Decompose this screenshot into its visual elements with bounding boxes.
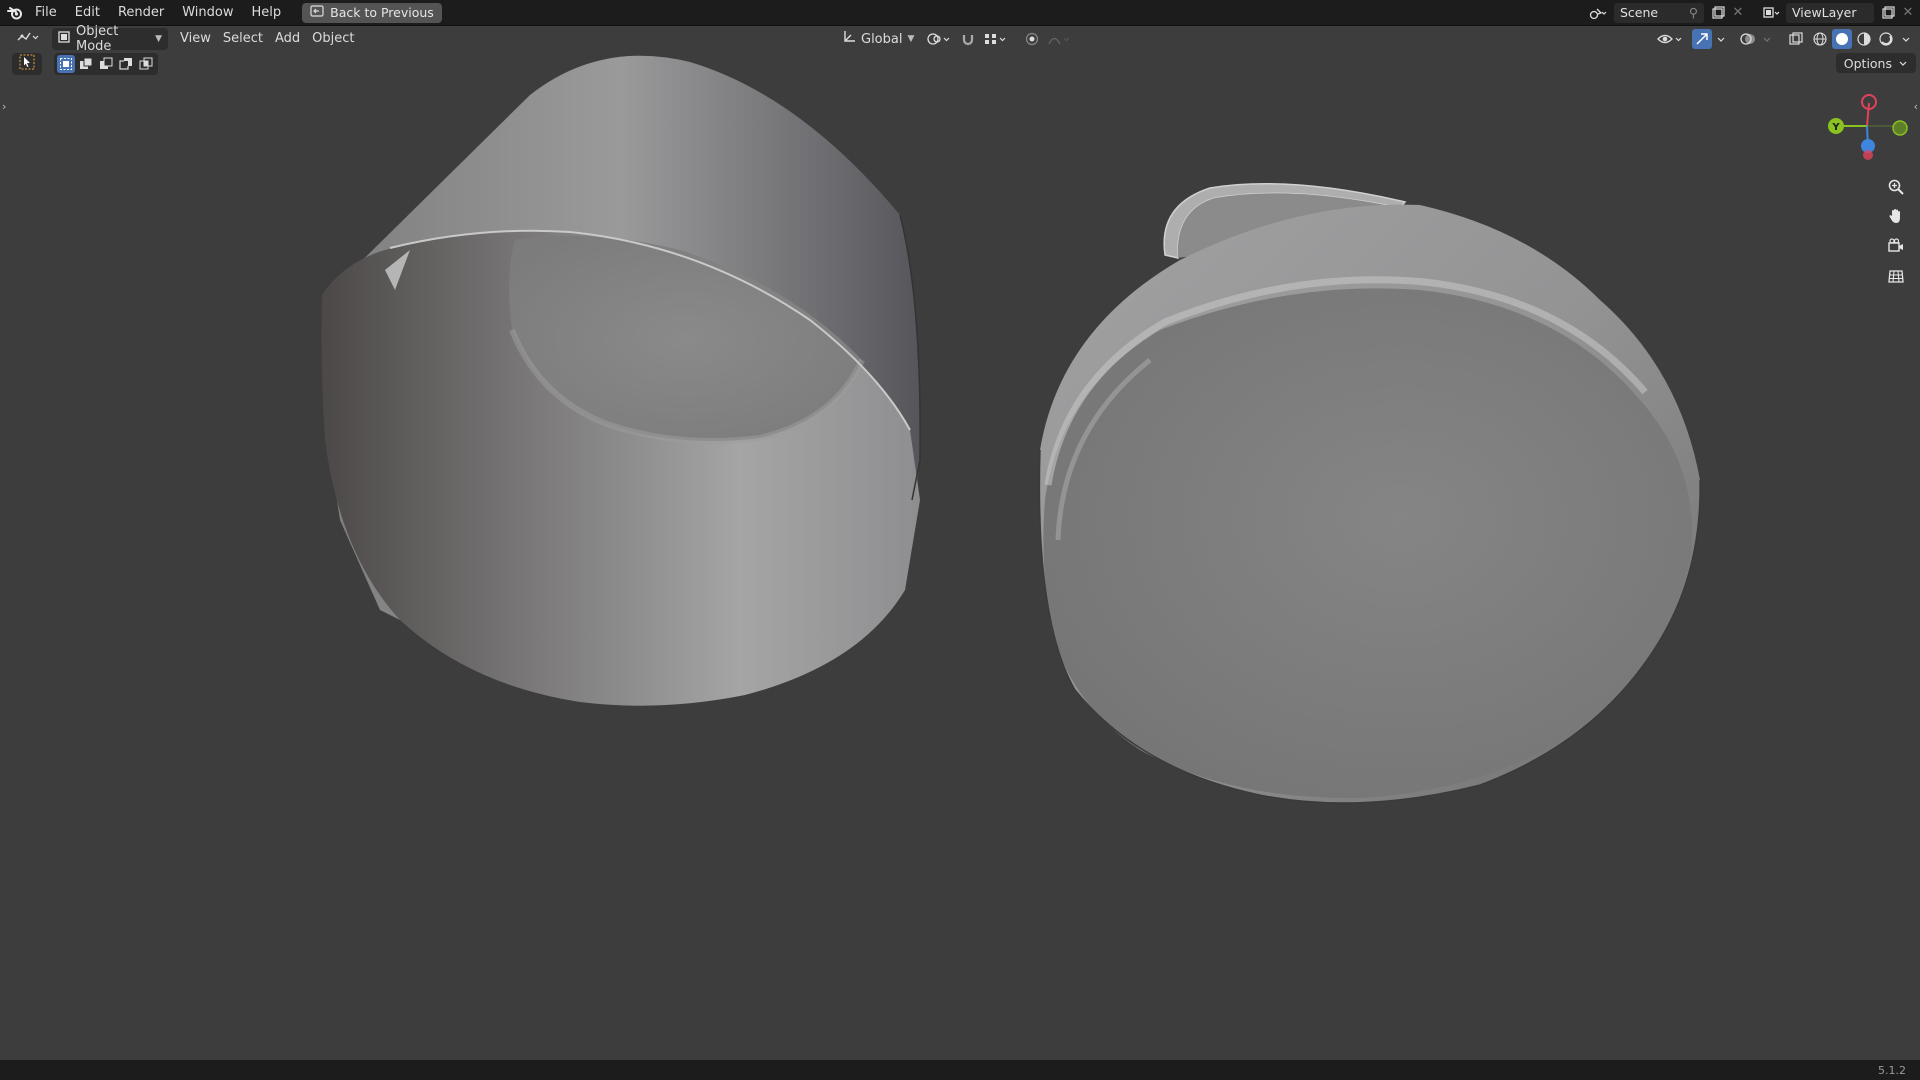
hand-pan-icon[interactable]	[1882, 202, 1910, 230]
gizmo-x-neg-icon	[1863, 150, 1873, 160]
3d-viewport[interactable]: Y	[0, 0, 1920, 1080]
status-bar: 5.1.2	[0, 1060, 1920, 1080]
grid-ortho-icon[interactable]	[1882, 262, 1910, 290]
camera-view-icon[interactable]	[1882, 232, 1910, 260]
cup-object[interactable]	[321, 55, 921, 706]
pot-object[interactable]	[1038, 183, 1701, 804]
navigation-gizmo[interactable]: Y	[1828, 94, 1908, 160]
version-label: 5.1.2	[1878, 1063, 1906, 1077]
zoom-icon[interactable]	[1882, 173, 1910, 201]
gizmo-y-neg-icon	[1892, 120, 1908, 136]
gizmo-y-label: Y	[1831, 122, 1840, 133]
